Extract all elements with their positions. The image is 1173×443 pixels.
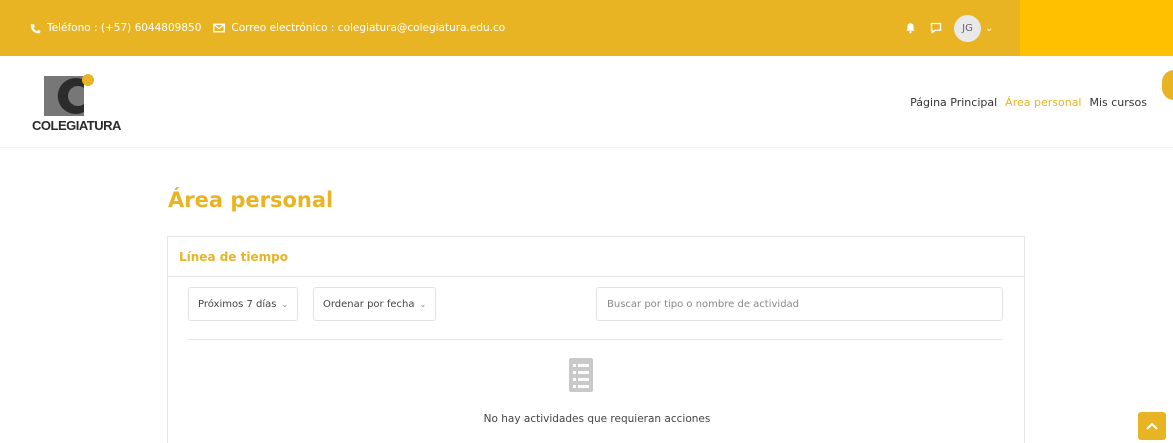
contact-phone: Teléfono : (+57) 6044809850 [30, 22, 201, 34]
sort-label: Ordenar por fecha [323, 298, 415, 310]
list-icon [569, 358, 593, 392]
divider [188, 339, 1003, 340]
main-nav: Página Principal Área personal Mis curso… [902, 96, 1147, 109]
mail-icon [213, 23, 226, 33]
nav-home[interactable]: Página Principal [910, 96, 997, 109]
avatar[interactable]: JG [954, 14, 981, 42]
contact-email-text: Correo electrónico : colegiatura@colegia… [231, 22, 506, 34]
empty-state-message: No hay actividades que requieran accione… [483, 413, 711, 425]
logo-mark-icon [44, 74, 94, 116]
side-drawer-toggle[interactable] [1162, 70, 1173, 100]
days-filter-dropdown[interactable]: Próximos 7 días ⌄ [188, 287, 299, 321]
user-tools: JG ⌄ [900, 0, 993, 56]
chat-icon [930, 22, 942, 34]
logo-wordmark: COLEGIATURA [32, 118, 121, 133]
bell-icon [905, 23, 915, 34]
site-logo[interactable]: COLEGIATURA [32, 74, 121, 134]
timeline-heading: Línea de tiempo [179, 249, 288, 264]
phone-icon [30, 23, 41, 33]
user-menu-caret[interactable]: ⌄ [985, 23, 993, 34]
site-header: COLEGIATURA Página Principal Área person… [0, 56, 1173, 148]
top-bar-highlight [1020, 0, 1173, 56]
top-bar: Teléfono : (+57) 6044809850 Correo elect… [0, 0, 1173, 56]
activity-search-input[interactable] [596, 287, 1003, 321]
nav-my-courses[interactable]: Mis cursos [1089, 96, 1147, 109]
notifications-button[interactable] [900, 18, 920, 38]
timeline-block: Línea de tiempo Próximos 7 días ⌄ Ordena… [167, 236, 1025, 443]
contact-info: Teléfono : (+57) 6044809850 Correo elect… [30, 0, 517, 56]
contact-phone-text: Teléfono : (+57) 6044809850 [47, 22, 202, 34]
chevron-down-icon: ⌄ [419, 299, 427, 309]
back-to-top-button[interactable] [1138, 412, 1166, 440]
chevron-up-icon [1146, 422, 1158, 430]
page-title: Área personal [168, 188, 334, 212]
contact-email[interactable]: Correo electrónico : colegiatura@colegia… [213, 22, 505, 34]
nav-personal-area[interactable]: Área personal [1005, 96, 1081, 109]
timeline-header: Línea de tiempo [168, 237, 1024, 277]
sort-dropdown[interactable]: Ordenar por fecha ⌄ [313, 287, 437, 321]
days-filter-label: Próximos 7 días [198, 298, 277, 310]
chevron-down-icon: ⌄ [281, 299, 289, 309]
messages-button[interactable] [926, 18, 946, 38]
